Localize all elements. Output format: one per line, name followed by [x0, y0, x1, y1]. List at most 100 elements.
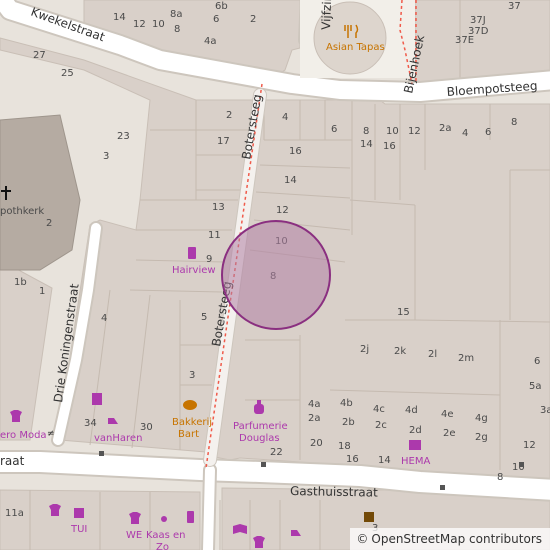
- house-number: 2j: [360, 344, 369, 355]
- parfumerie-label-line2: Douglas: [239, 433, 280, 444]
- house-number: 6: [534, 356, 540, 367]
- house-number: 20: [310, 438, 323, 449]
- waste-basket-icon: [261, 462, 266, 467]
- house-number: 6: [213, 14, 219, 25]
- house-number: 8: [511, 117, 517, 128]
- hairdresser-icon: [188, 247, 196, 259]
- house-number: 16: [346, 454, 359, 465]
- house-number: 3: [189, 370, 195, 381]
- house-number: 1b: [14, 277, 27, 288]
- street-west-fragment: raat: [0, 454, 25, 468]
- house-number: 37E: [455, 35, 474, 46]
- bakkerij-label-line1: Bakkerij: [172, 417, 212, 428]
- house-number: 37: [508, 1, 521, 12]
- house-number: 4e: [441, 409, 454, 420]
- map-attribution[interactable]: © OpenStreetMap contributors: [350, 528, 550, 550]
- house-number: 37J: [470, 15, 486, 26]
- house-number: 2: [250, 14, 256, 25]
- house-number: 16: [383, 141, 396, 152]
- house-number: 13: [212, 202, 225, 213]
- hema-label: HEMA: [401, 456, 430, 467]
- asian-tapas-label: Asian Tapas: [326, 42, 385, 53]
- search-radius-circle[interactable]: [221, 220, 331, 330]
- atm-poi[interactable]: [364, 512, 374, 522]
- house-number: 8: [363, 126, 369, 137]
- house-number: 2c: [375, 420, 387, 431]
- attribution-text[interactable]: OpenStreetMap contributors: [371, 528, 542, 550]
- house-number: 2b: [342, 417, 355, 428]
- house-number: 4: [462, 128, 468, 139]
- kaas-label-line2: Zo: [156, 542, 169, 550]
- street-gasthuisstraat: Gasthuisstraat: [290, 484, 378, 500]
- boutique-icon: [92, 393, 102, 405]
- house-number: 4: [282, 112, 288, 123]
- bakkerij-label-line2: Bart: [178, 429, 199, 440]
- mobile-phone-poi[interactable]: [187, 511, 194, 523]
- house-number: 8a: [170, 9, 183, 20]
- waste-basket-icon: [519, 462, 524, 467]
- atm-icon: [364, 512, 374, 522]
- waste-basket-icon: [440, 485, 445, 490]
- house-number: 2k: [394, 346, 406, 357]
- copyright-symbol: ©: [356, 532, 369, 546]
- house-number: 2a: [439, 123, 452, 134]
- house-number: 1: [39, 286, 45, 297]
- house-number: 14: [360, 139, 373, 150]
- house-number: 6: [331, 124, 337, 135]
- house-number: 2g: [475, 432, 488, 443]
- house-number: 2l: [428, 349, 437, 360]
- house-number: 12: [523, 440, 536, 451]
- bakery-icon: [183, 400, 197, 410]
- house-number: 4: [101, 313, 107, 324]
- church-label: pothkerk: [0, 206, 44, 217]
- house-number: 14: [113, 12, 126, 23]
- boutique-poi[interactable]: [92, 393, 102, 405]
- house-number: 8: [174, 24, 180, 35]
- travel-agency-icon: [74, 508, 84, 518]
- bicycle-parking-icon: ≠: [47, 429, 55, 439]
- house-number: 15: [397, 307, 410, 318]
- house-number: 30: [140, 422, 153, 433]
- house-number: 4b: [340, 398, 353, 409]
- house-number: 5: [201, 312, 207, 323]
- house-number: 17: [217, 136, 230, 147]
- house-number: 34: [84, 418, 97, 429]
- map-canvas[interactable]: pothkerk Kwekelstraat Vijfzin Bijenhoek …: [0, 0, 550, 550]
- hairview-label: Hairview: [172, 265, 216, 276]
- house-number: 6: [485, 127, 491, 138]
- house-number: 2d: [409, 425, 422, 436]
- house-number: 2m: [458, 353, 474, 364]
- parfumerie-label-line1: Parfumerie: [233, 421, 288, 432]
- house-number: 6b: [215, 1, 228, 12]
- ero-moda-label: ero Moda: [0, 430, 47, 441]
- house-number: 18: [338, 441, 351, 452]
- shop-dot-icon: [161, 516, 167, 522]
- we-label: WE: [126, 530, 142, 541]
- house-number: 23: [117, 131, 130, 142]
- house-number: 22: [270, 447, 283, 458]
- kaas-label-line1: Kaas en: [146, 530, 186, 541]
- house-number: 14: [284, 175, 297, 186]
- map-layer: pothkerk Kwekelstraat Vijfzin Bijenhoek …: [0, 0, 550, 550]
- street-vijfzinnen: Vijfzin: [319, 0, 334, 30]
- department-store-icon: [409, 440, 421, 450]
- vanharen-label: vanHaren: [94, 433, 142, 444]
- house-number: 2: [46, 218, 52, 229]
- waste-basket-icon: [99, 451, 104, 456]
- house-number: 2a: [308, 413, 321, 424]
- house-number: 2e: [443, 428, 456, 439]
- house-number: 4c: [373, 404, 385, 415]
- house-number: 10: [386, 126, 399, 137]
- house-number: 25: [61, 68, 74, 79]
- house-number: 12: [276, 205, 289, 216]
- house-number: 8: [497, 472, 503, 483]
- house-number: 16: [289, 146, 302, 157]
- house-number: 11a: [5, 508, 24, 519]
- tui-label: TUI: [70, 524, 87, 535]
- house-number: 5a: [529, 381, 542, 392]
- house-number: 4d: [405, 405, 418, 416]
- svg-text:≠: ≠: [47, 429, 55, 439]
- house-number: 2: [226, 110, 232, 121]
- house-number: 10: [152, 19, 165, 30]
- house-number: 4a: [204, 36, 217, 47]
